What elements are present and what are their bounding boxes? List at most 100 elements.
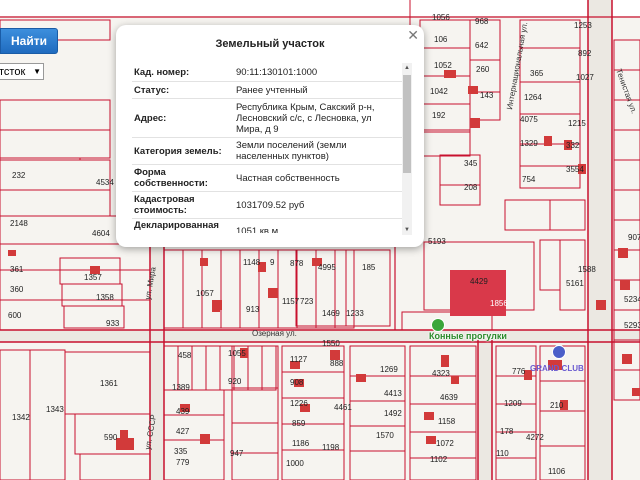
parcel-number-label: 106: [434, 35, 448, 44]
parcel-number-label: 642: [475, 41, 489, 50]
parcel-number-label: 439: [176, 407, 190, 416]
parcel-number-label: 1588: [578, 265, 596, 274]
parcel-info-popup: Земельный участок ✕ Кад. номер: 90:11:13…: [116, 25, 424, 247]
parcel-number-label: 361: [10, 265, 24, 274]
scroll-thumb[interactable]: [403, 75, 411, 173]
parcel-number-label: 4272: [526, 433, 544, 442]
attr-row-declared-area: Декларированная площадь: 1051 кв.м: [132, 219, 410, 233]
parcel-number-label: 1550: [322, 339, 340, 348]
building: [212, 306, 220, 312]
attr-row-cadastral-number: Кад. номер: 90:11:130101:1000: [132, 63, 410, 82]
building: [200, 434, 210, 444]
parcel-number-label: 427: [176, 427, 190, 436]
parcel-number-label: 1570: [376, 431, 394, 440]
parcel-number-label: 1253: [574, 21, 592, 30]
parcel-number-label: 907: [628, 233, 640, 242]
parcel-number-label: 1000: [286, 459, 304, 468]
chevron-down-icon: ▼: [33, 67, 41, 76]
horse-riding-poi-icon[interactable]: [431, 318, 445, 332]
parcel-number-label: 1102: [430, 455, 448, 464]
parcel-number-label: 345: [464, 159, 478, 168]
building: [451, 376, 459, 384]
parcel-number-label: 1055: [228, 349, 246, 358]
attr-row-cadastral-value: Кадастровая стоимость: 1031709.52 руб: [132, 192, 410, 219]
parcel-number-label: 335: [174, 447, 188, 456]
building: [618, 248, 628, 258]
parcel-number-label: 210: [550, 401, 564, 410]
parcel-number-label: 1357: [84, 273, 102, 282]
popup-scrollbar[interactable]: ▲ ▼: [402, 63, 412, 235]
popup-title: Земельный участок: [215, 38, 325, 50]
parcel-number-label: 5293: [624, 321, 640, 330]
attr-key: Декларированная площадь:: [134, 220, 219, 233]
parcel-number-label: 1056: [432, 13, 450, 22]
parcel-number-label: 1856: [490, 299, 508, 308]
parcel-number-label: 723: [300, 297, 314, 306]
building: [424, 412, 434, 420]
attr-row-address: Адрес: Республика Крым, Сакский р-н, Лес…: [132, 99, 410, 138]
attr-value: Ранее учтенный: [236, 84, 308, 96]
attr-row-status: Статус: Ранее учтенный: [132, 82, 410, 99]
popup-attributes-table: Кад. номер: 90:11:130101:1000 Статус: Ра…: [132, 63, 410, 233]
attr-key: Кадастровая стоимость:: [134, 194, 195, 216]
scroll-up-icon[interactable]: ▲: [402, 63, 412, 73]
parcel-number-label: 2148: [10, 219, 28, 228]
parcel-number-label: 232: [12, 171, 26, 180]
parcel-number-label: 908: [290, 378, 304, 387]
parcel-number-label: 1158: [438, 417, 456, 426]
street-name-label: Озерная ул.: [252, 329, 297, 338]
attr-key: Категория земель:: [134, 145, 222, 157]
parcel-number-label: 1342: [12, 413, 30, 422]
parcel-number-label: 4323: [432, 369, 450, 378]
parcel-number-label: 1106: [548, 467, 566, 476]
parcel-number-label: 360: [10, 285, 24, 294]
parcel-number-label: 968: [475, 17, 489, 26]
attr-value: 1051 кв.м: [236, 225, 279, 234]
poi-label-horse-riding: Конные прогулки: [429, 331, 507, 341]
parcel-number-label: 178: [500, 427, 514, 436]
parcel-number-label: 365: [530, 69, 544, 78]
parcel-number-label: 1226: [290, 399, 308, 408]
building: [622, 354, 632, 364]
parcel-number-label: 920: [228, 377, 242, 386]
building: [632, 388, 640, 396]
close-icon[interactable]: ✕: [407, 27, 419, 44]
scroll-down-icon[interactable]: ▼: [402, 225, 412, 235]
parcel-number-label: 9: [270, 258, 275, 267]
parcel-number-label: 1052: [434, 61, 452, 70]
parcel-number-label: 1469: [322, 309, 340, 318]
parcel-number-label: 192: [432, 111, 446, 120]
club-poi-icon[interactable]: [552, 345, 566, 359]
attr-key: Форма собственности:: [134, 167, 208, 189]
parcel-number-label: 1492: [384, 409, 402, 418]
parcel-number-label: 5193: [428, 237, 446, 246]
parcel-number-label: 1343: [46, 405, 64, 414]
layer-select[interactable]: тсток ▼: [0, 63, 44, 80]
parcel-number-label: 1127: [290, 355, 308, 364]
layer-select-value: тсток: [0, 65, 26, 78]
attr-value: 90:11:130101:1000: [236, 66, 318, 78]
attr-value: Земли поселений (земли населенных пункто…: [236, 140, 347, 162]
building: [470, 118, 480, 128]
parcel-number-label: 1148: [243, 258, 261, 267]
attr-value: Республика Крым, Сакский р-н, Лесновский…: [236, 101, 375, 135]
parcel-number-label: 185: [362, 263, 376, 272]
parcel-number-label: 4534: [96, 178, 114, 187]
parcel-number-label: 3554: [566, 165, 584, 174]
parcel-number-label: 4429: [470, 277, 488, 286]
parcel-number-label: 590: [104, 433, 118, 442]
find-button[interactable]: Найти: [0, 28, 58, 54]
parcel-number-label: 1186: [292, 439, 310, 448]
parcel-number-label: 776: [512, 367, 526, 376]
parcel-number-label: 143: [480, 91, 494, 100]
parcel-number-label: 933: [106, 319, 120, 328]
parcel-number-label: 1042: [430, 87, 448, 96]
parcel-number-label: 4639: [440, 393, 458, 402]
building: [120, 430, 128, 438]
building: [8, 250, 16, 256]
attr-key: Статус:: [134, 84, 170, 96]
parcel-number-label: 4604: [92, 229, 110, 238]
parcel-number-label: 1269: [380, 365, 398, 374]
attr-value: 1031709.52 руб: [236, 199, 305, 211]
parcel-number-label: 110: [496, 449, 509, 458]
